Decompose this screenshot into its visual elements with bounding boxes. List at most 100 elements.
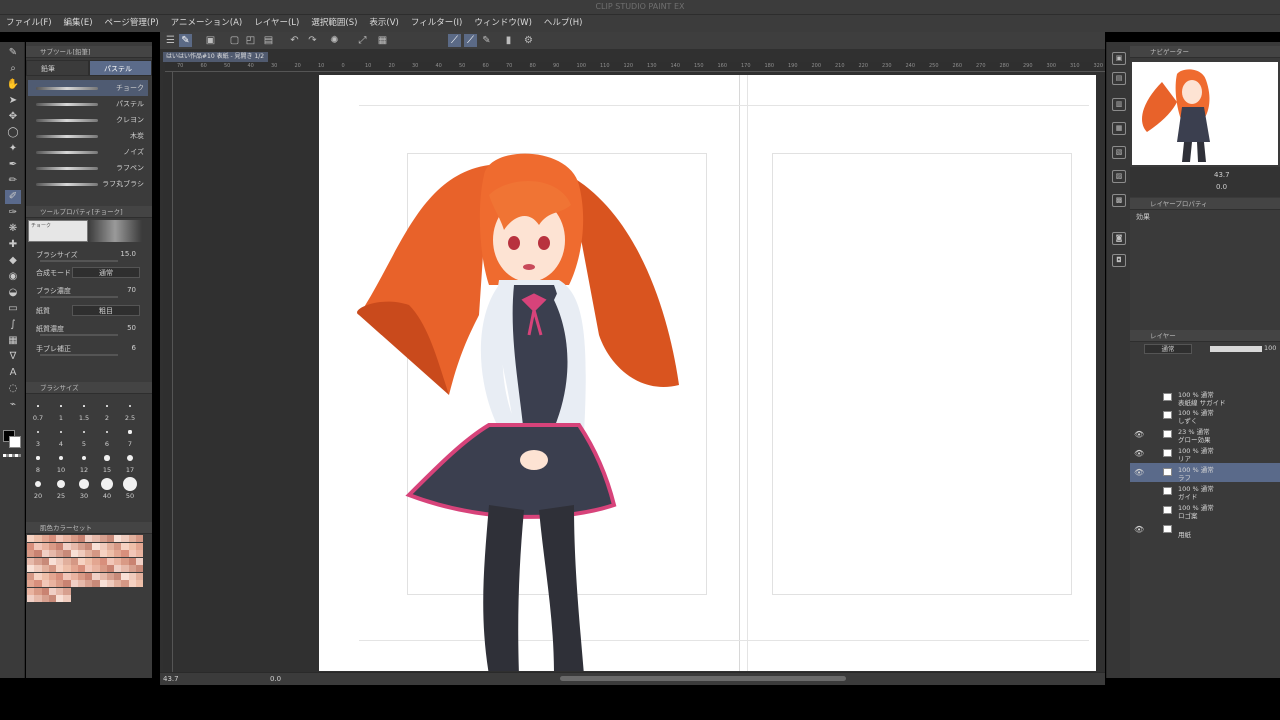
color-swatch[interactable] bbox=[99, 542, 107, 550]
brush-size-dot[interactable] bbox=[104, 455, 110, 461]
color-swatch[interactable] bbox=[70, 580, 78, 587]
history-icon[interactable]: ▦ bbox=[1112, 122, 1126, 135]
color-swatch[interactable] bbox=[34, 535, 42, 542]
horizontal-scrollbar[interactable] bbox=[560, 676, 846, 681]
color-swatch[interactable] bbox=[63, 535, 71, 542]
color-swatch[interactable] bbox=[41, 580, 49, 587]
color-swatch[interactable] bbox=[34, 595, 42, 602]
layer-row[interactable]: 👁 100 % 通常 リア bbox=[1130, 444, 1280, 463]
layer-opacity-value[interactable]: 100 bbox=[1264, 344, 1276, 352]
curve-icon[interactable]: ∫ bbox=[5, 318, 21, 332]
color-swatch[interactable] bbox=[114, 557, 122, 565]
color-swatch[interactable] bbox=[41, 572, 49, 580]
color-swatch[interactable] bbox=[48, 542, 56, 550]
menu-file[interactable]: ファイル(F) bbox=[6, 15, 52, 32]
color-swatch[interactable] bbox=[41, 565, 49, 572]
navigator-thumbnail[interactable] bbox=[1132, 62, 1278, 165]
color-swatch[interactable] bbox=[56, 595, 64, 602]
color-swatch[interactable] bbox=[41, 550, 49, 557]
fill-bucket-icon[interactable]: ◉ bbox=[5, 270, 21, 284]
color-swatch[interactable] bbox=[114, 565, 122, 572]
color-swatch[interactable] bbox=[63, 572, 71, 580]
hand-icon[interactable]: ✋ bbox=[5, 78, 21, 92]
color-swatch[interactable] bbox=[128, 565, 136, 572]
info-icon[interactable]: ▥ bbox=[1112, 98, 1126, 111]
layer-row[interactable]: 100 % 通常 ロゴ案 bbox=[1130, 501, 1280, 520]
color-swatch[interactable] bbox=[70, 565, 78, 572]
settings-icon[interactable]: ⚙ bbox=[522, 34, 535, 47]
layer-search-icon[interactable]: ▩ bbox=[1112, 194, 1126, 207]
color-swatch[interactable] bbox=[48, 580, 56, 587]
color-set-swatches[interactable] bbox=[27, 535, 143, 605]
color-swatch[interactable] bbox=[99, 550, 107, 557]
eye-icon[interactable]: 👁 bbox=[1134, 468, 1144, 477]
color-swatch[interactable] bbox=[63, 557, 71, 565]
color-swatch[interactable] bbox=[27, 580, 35, 587]
color-swatch[interactable] bbox=[85, 535, 93, 542]
brush-size-dot[interactable] bbox=[123, 477, 137, 491]
color-swatch[interactable] bbox=[106, 587, 114, 595]
tab-pastel[interactable]: パステル bbox=[89, 60, 152, 76]
color-swatch[interactable] bbox=[135, 542, 143, 550]
color-swatch[interactable] bbox=[128, 557, 136, 565]
color-swatch[interactable] bbox=[128, 580, 136, 587]
color-swatch[interactable] bbox=[85, 557, 93, 565]
color-swatch[interactable] bbox=[99, 572, 107, 580]
color-swatch[interactable] bbox=[114, 550, 122, 557]
color-swatch[interactable] bbox=[114, 580, 122, 587]
color-swatch[interactable] bbox=[135, 565, 143, 572]
color-swatch[interactable] bbox=[34, 557, 42, 565]
color-swatch[interactable] bbox=[27, 557, 35, 565]
color-swatch[interactable] bbox=[63, 587, 71, 595]
brush-size-dot[interactable] bbox=[128, 430, 132, 434]
color-swatch[interactable] bbox=[106, 595, 114, 602]
color-swatch[interactable] bbox=[135, 572, 143, 580]
eye-icon[interactable]: 👁 bbox=[1134, 449, 1144, 458]
color-swatch[interactable] bbox=[128, 587, 136, 595]
brush-size-dot[interactable] bbox=[59, 430, 63, 434]
color-swatch[interactable] bbox=[56, 587, 64, 595]
layer-row[interactable]: 👁 用紙 bbox=[1130, 520, 1280, 539]
color-swatch[interactable] bbox=[135, 535, 143, 542]
color-swatch[interactable] bbox=[56, 580, 64, 587]
camera-icon[interactable]: ◙ bbox=[1112, 232, 1126, 245]
color-swatch[interactable] bbox=[106, 565, 114, 572]
figure-icon[interactable]: ▭ bbox=[5, 302, 21, 316]
brush-size-dot[interactable] bbox=[106, 405, 108, 407]
document-tab[interactable]: はいはい作品#10 表紙 - 見開き 1/2 bbox=[163, 52, 268, 62]
color-swatch[interactable] bbox=[63, 542, 71, 550]
color-swatch[interactable] bbox=[128, 550, 136, 557]
color-swatch[interactable] bbox=[121, 557, 129, 565]
color-swatch[interactable] bbox=[48, 557, 56, 565]
layer-row-selected[interactable]: 👁 100 % 通常 ラフ bbox=[1130, 463, 1280, 482]
color-swatch[interactable] bbox=[106, 572, 114, 580]
property-brush-density[interactable]: ブラシ濃度 70 bbox=[26, 284, 152, 298]
layer-blend-mode[interactable]: 通常 bbox=[1144, 344, 1192, 354]
material-icon[interactable]: ▨ bbox=[1112, 170, 1126, 183]
color-swatch[interactable] bbox=[77, 542, 85, 550]
decoration-icon[interactable]: ❋ bbox=[5, 222, 21, 236]
brush-item-pastel[interactable]: パステル bbox=[28, 96, 148, 112]
eye-icon[interactable]: 👁 bbox=[1134, 430, 1144, 439]
redo-icon[interactable]: ↷ bbox=[306, 34, 319, 47]
menu-animation[interactable]: アニメーション(A) bbox=[171, 15, 243, 32]
color-swatch[interactable] bbox=[70, 542, 78, 550]
menu-filter[interactable]: フィルター(I) bbox=[411, 15, 462, 32]
color-swatch[interactable] bbox=[92, 565, 100, 572]
brush-size-dot[interactable] bbox=[36, 430, 39, 433]
color-swatch[interactable] bbox=[77, 535, 85, 542]
color-swatch[interactable] bbox=[34, 550, 42, 557]
menu-layer[interactable]: レイヤー(L) bbox=[254, 15, 299, 32]
color-swatch[interactable] bbox=[114, 572, 122, 580]
navigator-angle[interactable]: 0.0 bbox=[1216, 183, 1227, 191]
color-swatch[interactable] bbox=[99, 580, 107, 587]
eraser-icon[interactable]: ◆ bbox=[5, 254, 21, 268]
magic-wand-icon[interactable]: ✦ bbox=[5, 142, 21, 156]
color-swatch[interactable] bbox=[135, 580, 143, 587]
canvas-paper[interactable] bbox=[319, 75, 1096, 671]
color-swatch[interactable] bbox=[85, 580, 93, 587]
color-swatch[interactable] bbox=[92, 542, 100, 550]
color-swatch[interactable] bbox=[77, 580, 85, 587]
text-icon[interactable]: A bbox=[5, 366, 21, 380]
color-swatch[interactable] bbox=[121, 542, 129, 550]
